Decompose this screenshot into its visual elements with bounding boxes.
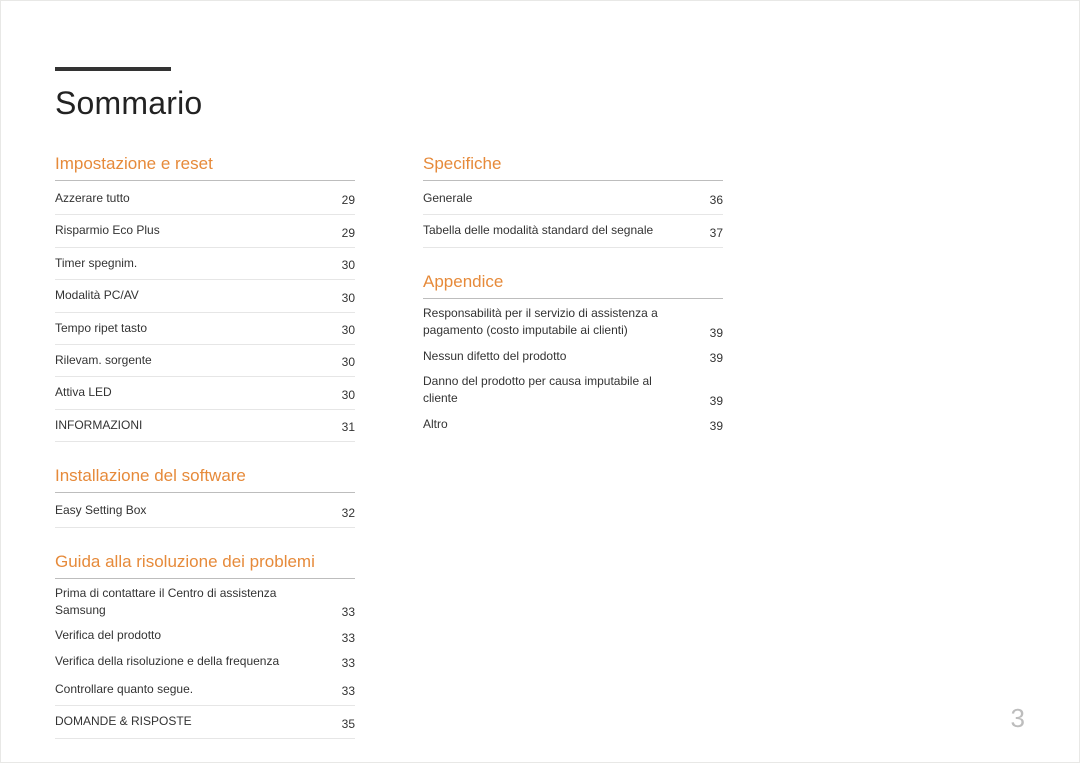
toc-entry-label: Modalità PC/AV [55, 287, 139, 304]
toc-entry[interactable]: Tempo ripet tasto 30 [55, 313, 355, 345]
toc-entry-page: 30 [334, 291, 355, 305]
toc-entry-page: 37 [702, 226, 723, 240]
toc-entry[interactable]: Responsabilità per il servizio di assist… [423, 301, 723, 344]
toc-entry-label: INFORMAZIONI [55, 417, 142, 434]
toc-entry[interactable]: Prima di contattare il Centro di assiste… [55, 581, 355, 624]
toc-entry[interactable]: Modalità PC/AV 30 [55, 280, 355, 312]
toc-entry[interactable]: Verifica del prodotto 33 [55, 623, 355, 648]
toc-entry-label: Easy Setting Box [55, 502, 146, 519]
toc-entry-page: 39 [702, 394, 723, 408]
toc-entry[interactable]: Azzerare tutto 29 [55, 183, 355, 215]
toc-entry[interactable]: Rilevam. sorgente 30 [55, 345, 355, 377]
toc-entry[interactable]: Tabella delle modalità standard del segn… [423, 215, 723, 247]
toc-section-title[interactable]: Specifiche [423, 154, 723, 181]
toc-entry-label: Timer spegnim. [55, 255, 137, 272]
toc-entry-label: Generale [423, 190, 472, 207]
toc-entry-page: 39 [702, 351, 723, 365]
toc-entry-label: Verifica della risoluzione e della frequ… [55, 653, 279, 670]
toc-entry-page: 35 [334, 717, 355, 731]
toc-section-title[interactable]: Installazione del software [55, 466, 355, 493]
toc-entry-label: Azzerare tutto [55, 190, 130, 207]
toc-entry-label: Attiva LED [55, 384, 112, 401]
toc-section-appendice: Appendice Responsabilità per il servizio … [423, 272, 723, 437]
page-number: 3 [1011, 703, 1025, 734]
toc-entry-page: 30 [334, 323, 355, 337]
toc-entry-page: 33 [334, 631, 355, 645]
toc-entry[interactable]: INFORMAZIONI 31 [55, 410, 355, 442]
toc-entry-label: Responsabilità per il servizio di assist… [423, 305, 673, 340]
toc-entry-page: 36 [702, 193, 723, 207]
document-page: Sommario Impostazione e resetAzzerare tu… [0, 0, 1080, 763]
toc-entry-label: Nessun difetto del prodotto [423, 348, 566, 365]
toc-section-guida: Guida alla risoluzione dei problemi Prima… [55, 552, 355, 739]
toc-entry-label: Altro [423, 416, 448, 433]
toc-entry-label: Rilevam. sorgente [55, 352, 152, 369]
toc-entry-page: 39 [702, 419, 723, 433]
toc-entry-page: 32 [334, 506, 355, 520]
toc-entry-page: 29 [334, 193, 355, 207]
toc-entry-label: DOMANDE & RISPOSTE [55, 713, 192, 730]
toc-entry[interactable]: Altro 39 [423, 412, 723, 437]
toc-entry-page: 33 [334, 684, 355, 698]
toc-section-title[interactable]: Guida alla risoluzione dei problemi [55, 552, 355, 579]
title-rule [55, 67, 171, 71]
toc-entry[interactable]: Controllare quanto segue. 33 [55, 674, 355, 706]
toc-entry[interactable]: Verifica della risoluzione e della frequ… [55, 649, 355, 674]
toc-column-left: Impostazione e resetAzzerare tutto29Risp… [55, 154, 355, 763]
toc-entry-page: 33 [334, 656, 355, 670]
toc-entry[interactable]: Danno del prodotto per causa imputabile … [423, 369, 723, 412]
toc-entry[interactable]: Generale 36 [423, 183, 723, 215]
toc-column-right: Specifiche Generale 36 Tabella delle modali… [423, 154, 723, 763]
toc-entry-page: 31 [334, 420, 355, 434]
toc-entry-label: Prima di contattare il Centro di assiste… [55, 585, 305, 620]
toc-entry-label: Risparmio Eco Plus [55, 222, 160, 239]
toc-entry-page: 39 [702, 326, 723, 340]
toc-entry-page: 29 [334, 226, 355, 240]
toc-entry-page: 30 [334, 258, 355, 272]
toc-columns: Impostazione e resetAzzerare tutto29Risp… [55, 154, 1025, 763]
toc-entry[interactable]: Timer spegnim. 30 [55, 248, 355, 280]
page-title: Sommario [55, 85, 1025, 122]
toc-entry[interactable]: DOMANDE & RISPOSTE 35 [55, 706, 355, 738]
toc-entry-page: 30 [334, 355, 355, 369]
toc-section-specifiche: Specifiche Generale 36 Tabella delle modali… [423, 154, 723, 248]
toc-section-title[interactable]: Appendice [423, 272, 723, 299]
toc-entry-page: 30 [334, 388, 355, 402]
toc-entry-label: Danno del prodotto per causa imputabile … [423, 373, 673, 408]
toc-entry-label: Verifica del prodotto [55, 627, 161, 644]
toc-entry-label: Controllare quanto segue. [55, 681, 193, 698]
toc-entry[interactable]: Nessun difetto del prodotto 39 [423, 344, 723, 369]
toc-entry-label: Tabella delle modalità standard del segn… [423, 222, 653, 239]
toc-entry[interactable]: Easy Setting Box 32 [55, 495, 355, 527]
toc-entry[interactable]: Risparmio Eco Plus 29 [55, 215, 355, 247]
toc-section-title[interactable]: Impostazione e reset [55, 154, 355, 181]
toc-section-impostazione: Impostazione e resetAzzerare tutto29Risp… [55, 154, 355, 442]
toc-entry-label: Tempo ripet tasto [55, 320, 147, 337]
toc-entry[interactable]: Attiva LED 30 [55, 377, 355, 409]
toc-section-installazione: Installazione del softwareEasy Setting B… [55, 466, 355, 527]
toc-entry-page: 33 [334, 605, 355, 619]
